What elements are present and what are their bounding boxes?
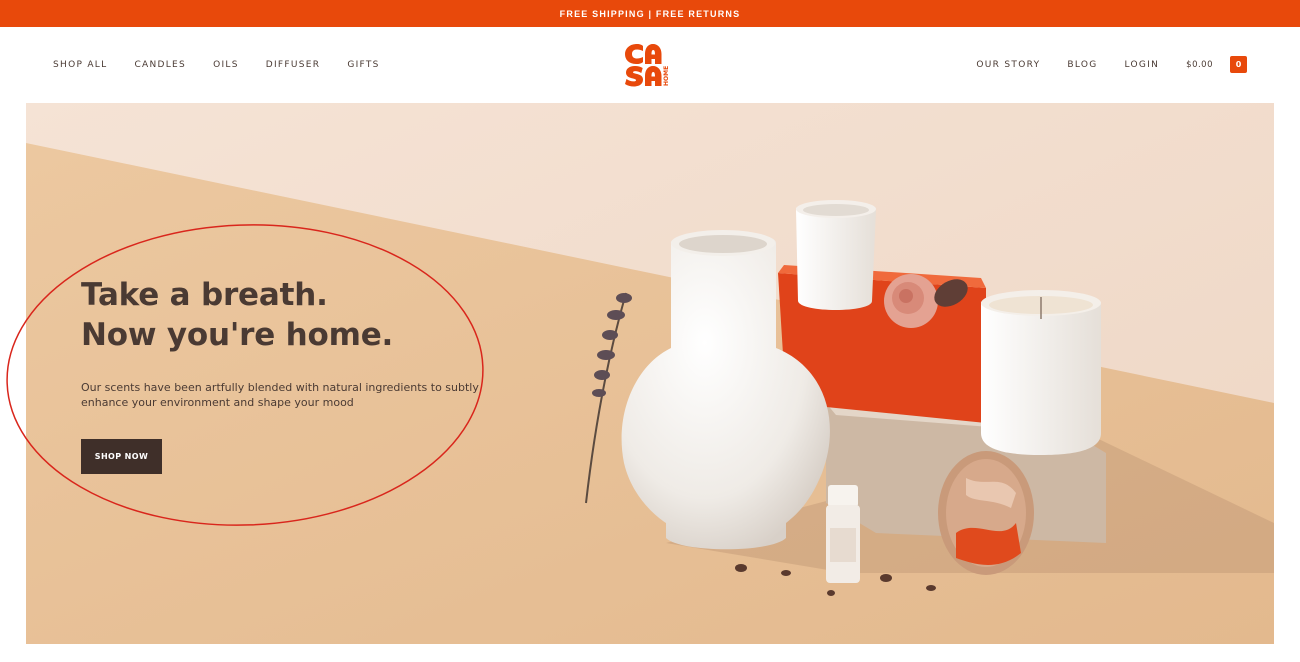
- primary-nav: SHOP ALL CANDLES OILS DIFFUSER GIFTS: [53, 60, 407, 70]
- casa-home-logo[interactable]: HOME: [624, 42, 690, 88]
- site-header: SHOP ALL CANDLES OILS DIFFUSER GIFTS HOM…: [0, 27, 1300, 103]
- nav-our-story[interactable]: OUR STORY: [976, 60, 1040, 70]
- shop-now-button[interactable]: SHOP NOW: [81, 439, 162, 474]
- nav-oils[interactable]: OILS: [213, 60, 239, 70]
- nav-diffuser[interactable]: DIFFUSER: [266, 60, 321, 70]
- nav-shop-all[interactable]: SHOP ALL: [53, 60, 107, 70]
- hero-headline: Take a breath. Now you're home.: [81, 275, 393, 355]
- cart-total[interactable]: $0.00: [1186, 60, 1213, 70]
- secondary-nav: OUR STORY BLOG LOGIN $0.00 0: [949, 56, 1247, 73]
- hero-headline-line2: Now you're home.: [81, 317, 394, 353]
- hero-headline-line1: Take a breath.: [81, 277, 328, 313]
- announcement-bar: FREE SHIPPING | FREE RETURNS: [0, 0, 1300, 27]
- logo-home-text: HOME: [663, 66, 670, 86]
- cart-count-badge[interactable]: 0: [1230, 56, 1247, 73]
- hero-banner: Take a breath. Now you're home. Our scen…: [26, 103, 1274, 644]
- nav-gifts[interactable]: GIFTS: [347, 60, 379, 70]
- hero-description: Our scents have been artfully blended wi…: [81, 381, 479, 409]
- announcement-text: FREE SHIPPING | FREE RETURNS: [559, 8, 741, 19]
- nav-candles[interactable]: CANDLES: [134, 60, 186, 70]
- nav-blog[interactable]: BLOG: [1067, 60, 1097, 70]
- nav-login[interactable]: LOGIN: [1125, 60, 1160, 70]
- hero-background-image: [26, 103, 1274, 644]
